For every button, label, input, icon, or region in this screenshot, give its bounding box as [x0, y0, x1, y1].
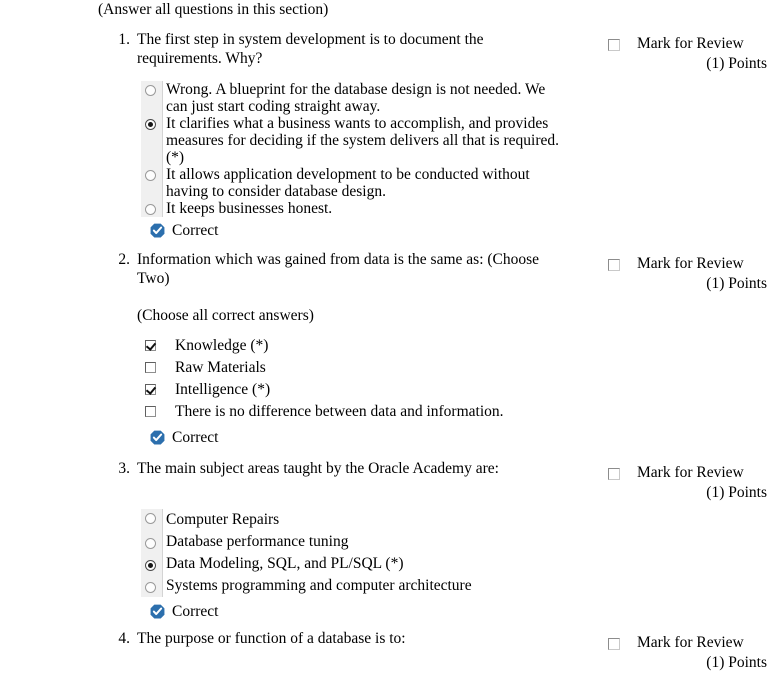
answer-option[interactable]: Database performance tuning: [137, 531, 670, 553]
answer-option[interactable]: Knowledge (*): [137, 335, 670, 357]
question-block-1: 1. The first step in system development …: [0, 30, 768, 239]
radio-unchecked-icon[interactable]: [137, 81, 163, 96]
points-label: (1) Points: [706, 654, 767, 671]
answer-option-label: Intelligence (*): [175, 381, 271, 398]
verdict-label: Correct: [172, 222, 219, 239]
answer-option-label: Database performance tuning: [166, 533, 349, 550]
question-subnote: (Choose all correct answers): [137, 307, 314, 324]
question-number: 1.: [118, 31, 130, 48]
blue-check-badge-icon: [150, 223, 165, 238]
question-number: 2.: [118, 251, 130, 268]
checkbox-checked-icon[interactable]: [137, 379, 163, 395]
answer-option-label: Systems programming and computer archite…: [166, 577, 472, 594]
verdict-label: Correct: [172, 603, 219, 620]
checkbox-unchecked-icon[interactable]: [137, 401, 163, 417]
mark-for-review-checkbox[interactable]: [608, 468, 620, 480]
answer-options-list: Wrong. A blueprint for the database desi…: [137, 81, 670, 217]
points-label: (1) Points: [706, 275, 767, 292]
answer-option[interactable]: Raw Materials: [137, 357, 670, 379]
answer-option[interactable]: It keeps businesses honest.: [137, 200, 670, 217]
mark-for-review-3: Mark for Review (1) Points: [608, 463, 768, 503]
quiz-review-page: (Answer all questions in this section) 1…: [0, 0, 768, 671]
question-block-3: 3. The main subject areas taught by the …: [0, 459, 768, 620]
answer-option[interactable]: It allows application development to be …: [137, 166, 670, 200]
mark-for-review-4: Mark for Review (1) Points: [608, 633, 768, 673]
answer-option[interactable]: Systems programming and computer archite…: [137, 575, 670, 597]
radio-unchecked-icon[interactable]: [137, 531, 163, 549]
question-text: The purpose or function of a database is…: [137, 630, 406, 647]
blue-check-badge-icon: [150, 604, 165, 619]
answer-option[interactable]: It clarifies what a business wants to ac…: [137, 115, 670, 166]
mark-for-review-label: Mark for Review: [637, 35, 744, 52]
answer-option-label: It clarifies what a business wants to ac…: [166, 115, 559, 166]
mark-for-review-checkbox[interactable]: [608, 259, 620, 271]
section-instruction: (Answer all questions in this section): [98, 1, 329, 18]
mark-for-review-label: Mark for Review: [637, 255, 744, 272]
answer-option[interactable]: Computer Repairs: [137, 509, 670, 531]
radio-unchecked-icon[interactable]: [137, 200, 163, 215]
verdict-row: Correct: [137, 603, 670, 620]
answer-option[interactable]: Data Modeling, SQL, and PL/SQL (*): [137, 553, 670, 575]
verdict-row: Correct: [137, 429, 670, 446]
verdict-row: Correct: [137, 222, 670, 239]
answer-option-label: Computer Repairs: [166, 511, 280, 528]
mark-for-review-2: Mark for Review (1) Points: [608, 254, 768, 294]
points-label: (1) Points: [706, 484, 767, 501]
mark-for-review-checkbox[interactable]: [608, 39, 620, 51]
question-text: The first step in system development is …: [137, 31, 484, 67]
answer-option[interactable]: Intelligence (*): [137, 379, 670, 401]
question-number: 3.: [118, 460, 130, 477]
verdict-label: Correct: [172, 429, 219, 446]
checkbox-checked-icon[interactable]: [137, 335, 163, 351]
radio-unchecked-icon[interactable]: [137, 509, 163, 524]
question-block-2: 2. Information which was gained from dat…: [0, 250, 768, 446]
answer-options-list: Knowledge (*) Raw Materials Intelligence…: [137, 335, 670, 423]
answer-option-label: Knowledge (*): [175, 337, 269, 354]
mark-for-review-label: Mark for Review: [637, 464, 744, 481]
blue-check-badge-icon: [150, 430, 165, 445]
answer-option-label: Data Modeling, SQL, and PL/SQL (*): [166, 555, 404, 572]
answer-option-label: Raw Materials: [175, 359, 266, 376]
radio-checked-icon[interactable]: [137, 115, 163, 130]
mark-for-review-label: Mark for Review: [637, 634, 744, 651]
checkbox-unchecked-icon[interactable]: [137, 357, 163, 373]
question-block-4: 4. The purpose or function of a database…: [0, 629, 768, 671]
answer-option-label: Wrong. A blueprint for the database desi…: [166, 81, 546, 115]
radio-checked-icon[interactable]: [137, 553, 163, 571]
mark-for-review-1: Mark for Review (1) Points: [608, 34, 768, 74]
answer-option[interactable]: There is no difference between data and …: [137, 401, 670, 423]
answer-options-list: Computer Repairs Database performance tu…: [137, 509, 670, 597]
mark-for-review-checkbox[interactable]: [608, 638, 620, 650]
answer-option-label: It keeps businesses honest.: [166, 200, 333, 217]
points-label: (1) Points: [706, 55, 767, 72]
radio-unchecked-icon[interactable]: [137, 166, 163, 181]
question-number: 4.: [118, 630, 130, 647]
question-text: Information which was gained from data i…: [137, 251, 540, 287]
answer-option[interactable]: Wrong. A blueprint for the database desi…: [137, 81, 670, 115]
answer-option-label: There is no difference between data and …: [175, 403, 504, 420]
answer-option-label: It allows application development to be …: [166, 166, 530, 200]
question-text: The main subject areas taught by the Ora…: [137, 460, 499, 477]
radio-unchecked-icon[interactable]: [137, 575, 163, 593]
